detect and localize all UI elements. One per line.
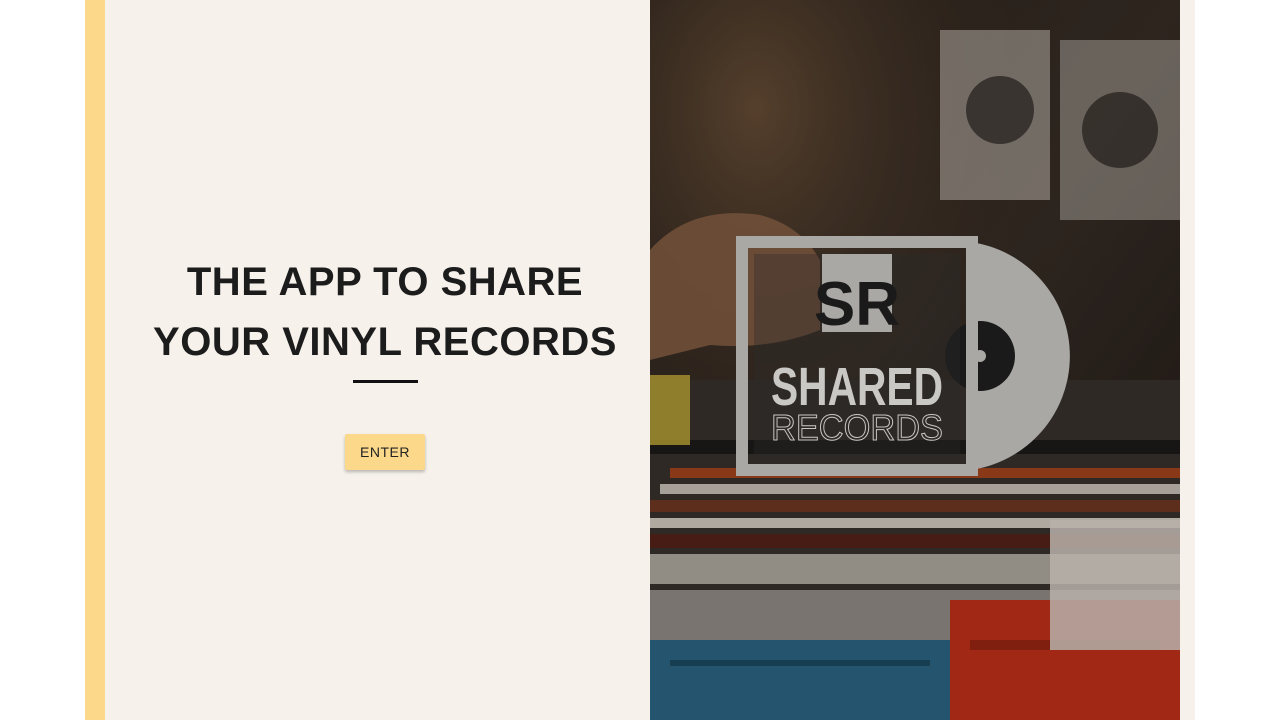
hero-headline: THE APP TO SHARE YOUR VINYL RECORDS <box>125 252 645 372</box>
hero-photo: SR SHARED RECORDS <box>650 0 1180 720</box>
accent-bar <box>85 0 105 720</box>
record-store-photo: SR SHARED RECORDS <box>650 0 1180 720</box>
headline-line-2: YOUR VINYL RECORDS <box>153 320 617 364</box>
headline-divider <box>353 380 418 383</box>
headline-line-1: THE APP TO SHARE <box>186 260 584 304</box>
shared-records-logo: SR SHARED RECORDS <box>736 236 1070 476</box>
enter-button[interactable]: ENTER <box>345 434 425 470</box>
logo-wordmark-bottom: RECORDS <box>771 407 943 448</box>
logo-monogram: SR <box>814 270 900 339</box>
hero-panel: THE APP TO SHARE YOUR VINYL RECORDS ENTE… <box>105 0 650 720</box>
right-edge <box>1180 0 1195 720</box>
